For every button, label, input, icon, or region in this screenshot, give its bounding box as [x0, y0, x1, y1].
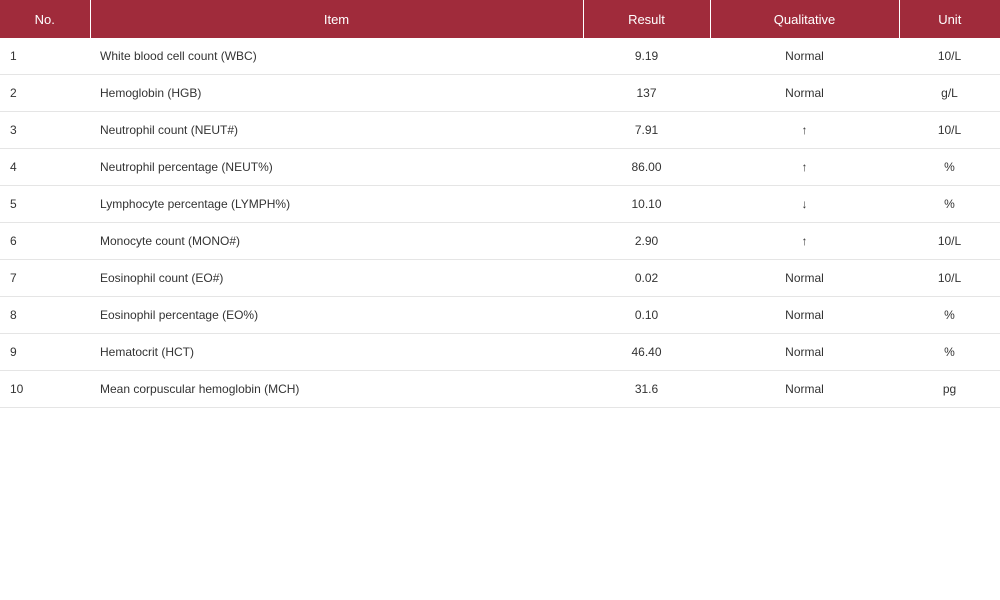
cell-unit: %	[899, 296, 1000, 334]
column-header-result: Result	[583, 0, 711, 38]
cell-unit: %	[899, 333, 1000, 371]
cell-item: Neutrophil count (NEUT#)	[90, 111, 583, 149]
table-header: No. Item Result Qualitative Unit	[0, 0, 1000, 38]
cell-unit: 10/L	[899, 38, 1000, 75]
cell-item: Mean corpuscular hemoglobin (MCH)	[90, 370, 583, 408]
table-row: 8 Eosinophil percentage (EO%) 0.10 Norma…	[0, 296, 1000, 334]
cell-result: 86.00	[583, 148, 710, 186]
cell-result: 31.6	[583, 370, 710, 408]
column-header-item: Item	[90, 0, 584, 38]
cell-qualitative: Normal	[710, 333, 899, 371]
cell-unit: 10/L	[899, 259, 1000, 297]
cell-unit: pg	[899, 370, 1000, 408]
cell-result: 0.10	[583, 296, 710, 334]
table-body: 1 White blood cell count (WBC) 9.19 Norm…	[0, 38, 1000, 408]
cell-item: White blood cell count (WBC)	[90, 38, 583, 75]
cell-unit: %	[899, 148, 1000, 186]
cell-no: 8	[0, 296, 90, 334]
cell-result: 9.19	[583, 38, 710, 75]
cell-qualitative: ↑	[710, 148, 899, 186]
cell-no: 7	[0, 259, 90, 297]
cell-unit: 10/L	[899, 111, 1000, 149]
header-row: No. Item Result Qualitative Unit	[0, 0, 1000, 38]
cell-qualitative: Normal	[710, 74, 899, 112]
table-row: 5 Lymphocyte percentage (LYMPH%) 10.10 ↓…	[0, 185, 1000, 223]
table-row: 6 Monocyte count (MONO#) 2.90 ↑ 10/L	[0, 222, 1000, 260]
cell-qualitative: Normal	[710, 370, 899, 408]
table-row: 2 Hemoglobin (HGB) 137 Normal g/L	[0, 74, 1000, 112]
cell-no: 5	[0, 185, 90, 223]
cell-unit: 10/L	[899, 222, 1000, 260]
cell-unit: g/L	[899, 74, 1000, 112]
cell-qualitative: ↓	[710, 185, 899, 223]
table-row: 1 White blood cell count (WBC) 9.19 Norm…	[0, 38, 1000, 75]
cell-no: 10	[0, 370, 90, 408]
cell-qualitative: Normal	[710, 38, 899, 75]
cell-item: Hematocrit (HCT)	[90, 333, 583, 371]
table-row: 9 Hematocrit (HCT) 46.40 Normal %	[0, 333, 1000, 371]
column-header-no: No.	[0, 0, 91, 38]
cell-no: 1	[0, 38, 90, 75]
cell-item: Hemoglobin (HGB)	[90, 74, 583, 112]
cell-item: Lymphocyte percentage (LYMPH%)	[90, 185, 583, 223]
table-row: 3 Neutrophil count (NEUT#) 7.91 ↑ 10/L	[0, 111, 1000, 149]
cell-no: 4	[0, 148, 90, 186]
cell-item: Eosinophil percentage (EO%)	[90, 296, 583, 334]
table-row: 10 Mean corpuscular hemoglobin (MCH) 31.…	[0, 370, 1000, 408]
cell-item: Eosinophil count (EO#)	[90, 259, 583, 297]
cell-no: 6	[0, 222, 90, 260]
cell-item: Neutrophil percentage (NEUT%)	[90, 148, 583, 186]
cell-qualitative: Normal	[710, 259, 899, 297]
cell-result: 2.90	[583, 222, 710, 260]
cell-no: 3	[0, 111, 90, 149]
table-row: 7 Eosinophil count (EO#) 0.02 Normal 10/…	[0, 259, 1000, 297]
cell-qualitative: ↑	[710, 111, 899, 149]
cell-result: 0.02	[583, 259, 710, 297]
cell-no: 9	[0, 333, 90, 371]
cell-result: 137	[583, 74, 710, 112]
column-header-unit: Unit	[899, 0, 1000, 38]
cell-qualitative: Normal	[710, 296, 899, 334]
cell-result: 46.40	[583, 333, 710, 371]
lab-results-table: No. Item Result Qualitative Unit 1 White…	[0, 0, 1000, 408]
cell-result: 10.10	[583, 185, 710, 223]
column-header-qualitative: Qualitative	[710, 0, 900, 38]
cell-qualitative: ↑	[710, 222, 899, 260]
cell-result: 7.91	[583, 111, 710, 149]
cell-item: Monocyte count (MONO#)	[90, 222, 583, 260]
table-row: 4 Neutrophil percentage (NEUT%) 86.00 ↑ …	[0, 148, 1000, 186]
cell-no: 2	[0, 74, 90, 112]
cell-unit: %	[899, 185, 1000, 223]
